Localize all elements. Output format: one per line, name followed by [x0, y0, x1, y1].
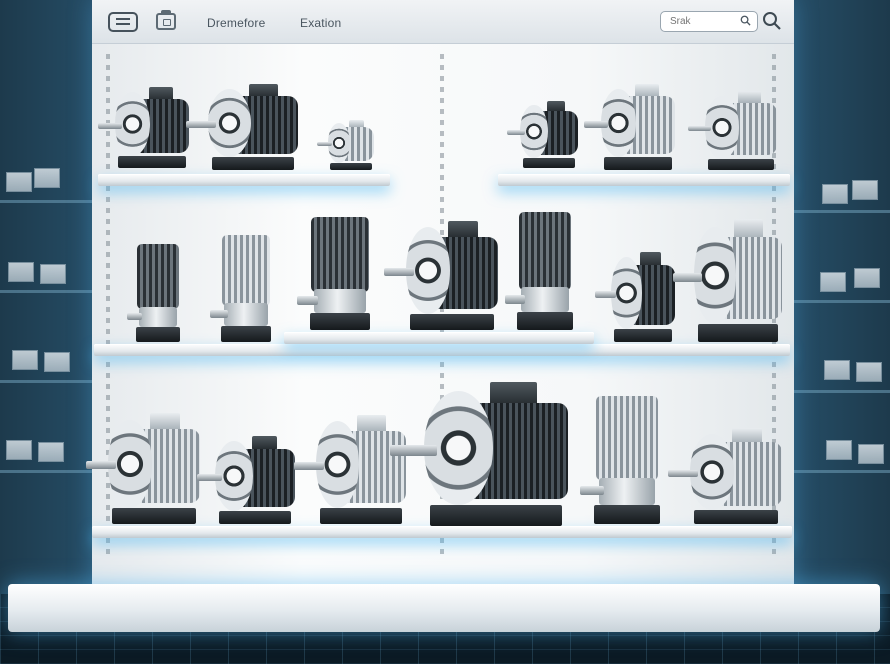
middle-shelf-riser — [284, 332, 594, 344]
motor-product[interactable] — [687, 88, 780, 170]
motor-product[interactable] — [196, 432, 298, 524]
motor-product[interactable] — [126, 238, 184, 342]
menu-icon[interactable] — [108, 12, 138, 32]
search-icon[interactable] — [762, 11, 782, 31]
motor-product[interactable] — [86, 408, 204, 524]
motor-product[interactable] — [668, 424, 786, 524]
motor-product[interactable] — [296, 210, 376, 330]
motor-product[interactable] — [672, 214, 786, 342]
top-shelf-left — [98, 174, 390, 186]
motor-product[interactable] — [505, 204, 578, 330]
browser-window-icon[interactable] — [156, 10, 176, 30]
background-warehouse-right — [780, 0, 890, 600]
magnifier-icon — [740, 15, 751, 26]
nav-link-1[interactable]: Dremefore — [207, 16, 265, 30]
motor-product[interactable] — [580, 388, 666, 524]
storefront-window: Dremefore Exation — [86, 0, 794, 600]
motor-product[interactable] — [506, 98, 580, 168]
nav-link-2[interactable]: Exation — [300, 16, 341, 30]
product-display-case — [86, 44, 794, 600]
motor-product[interactable] — [210, 228, 276, 342]
motor-product[interactable] — [186, 80, 302, 170]
top-shelf-right — [498, 174, 790, 186]
motor-product[interactable] — [317, 118, 376, 170]
bottom-shelf — [92, 526, 792, 538]
motor-product[interactable] — [384, 216, 502, 330]
motor-product-featured[interactable] — [389, 376, 574, 526]
motor-product[interactable] — [294, 410, 410, 524]
motor-product[interactable] — [583, 80, 678, 170]
motor-product[interactable] — [595, 248, 678, 342]
top-toolbar: Dremefore Exation — [92, 0, 794, 44]
middle-shelf — [94, 344, 790, 356]
display-base-plinth — [8, 584, 880, 632]
motor-product[interactable] — [97, 84, 192, 168]
